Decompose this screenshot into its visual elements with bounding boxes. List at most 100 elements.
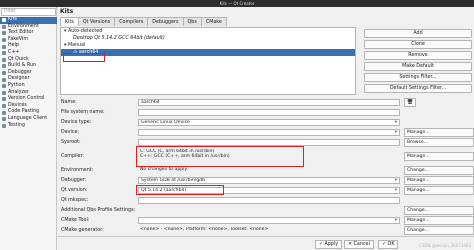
sysroot-field[interactable] [138, 139, 400, 146]
nav-label: Help [8, 43, 19, 49]
cmake-generator-value: <none> - <none>, Platform: <none>, Tools… [140, 227, 269, 232]
row-name: Name: aarch64 🖥 [60, 98, 474, 107]
change-environment-button[interactable]: Change... [404, 166, 474, 175]
testing-icon [2, 123, 6, 128]
nav-item-code-pasting[interactable]: Code Pasting [0, 109, 57, 116]
page-title: Kits [60, 8, 74, 15]
tab-kits[interactable]: Kits [60, 17, 79, 26]
tree-group-manual[interactable]: ▾ Manual [61, 42, 355, 49]
kits-icon [2, 18, 6, 23]
tab-debuggers[interactable]: Debuggers [147, 17, 184, 26]
nav-label: Testing [8, 122, 25, 128]
row-file-system-name: File system name: [60, 108, 474, 117]
cmake-tool-select[interactable] [138, 217, 400, 224]
nav-label: Python [8, 82, 25, 88]
qt-mkspec-field[interactable] [138, 197, 400, 204]
manage-qt-versions-button[interactable]: Manage... [404, 186, 474, 195]
nav-label: Text Editor [8, 30, 34, 36]
default-settings-filter-button[interactable]: Default Settings Filter... [364, 84, 472, 93]
nav-item-testing[interactable]: Testing [0, 123, 57, 130]
row-sysroot: Sysroot: Browse... [60, 138, 474, 147]
remove-button[interactable]: Remove [364, 51, 472, 60]
nav-item-version-control[interactable]: Version Control [0, 96, 57, 103]
tab-bar: Kits Qt Versions Compilers Debuggers Qbs… [60, 17, 227, 26]
clone-button[interactable]: Clone [364, 40, 472, 49]
debugger-icon [2, 71, 6, 76]
debugger-label: Debugger: [61, 178, 87, 183]
compiler-label: Compiler: [61, 154, 85, 159]
cmake-tool-label: CMake Tool: [61, 218, 90, 223]
nav-item-build-run[interactable]: Build & Run [0, 63, 57, 70]
ok-label: OK [387, 242, 395, 247]
debugger-select[interactable]: System GDB at /usr/bin/gdb [138, 177, 400, 184]
filter-input[interactable]: Filter [1, 8, 56, 16]
cancel-label: Cancel [353, 242, 370, 247]
nav-label: Language Client [8, 115, 48, 121]
qt-quick-icon [2, 57, 6, 62]
kit-icon-button[interactable]: 🖥 [404, 98, 416, 107]
code-pasting-icon [2, 110, 6, 115]
nav-label: Kits [8, 17, 17, 22]
ok-button[interactable]: ✓ OK [378, 240, 399, 249]
qbs-profile-label: Additional Qbs Profile Settings: [61, 208, 136, 213]
tree-group-auto-detected[interactable]: ▾ Auto-detected [61, 28, 355, 35]
tab-compilers[interactable]: Compilers [114, 17, 149, 26]
change-cmake-generator-button[interactable]: Change... [404, 226, 474, 235]
fakevim-icon [2, 38, 6, 43]
nav-item-text-editor[interactable]: Text Editor [0, 30, 57, 37]
python-icon [2, 84, 6, 89]
change-qbs-profile-button[interactable]: Change... [404, 206, 474, 215]
manage-cmake-button[interactable]: Manage... [404, 216, 474, 225]
qt-version-select[interactable]: Qt 5.14.2 (aarch64) [138, 187, 400, 194]
category-list: Kits Environment Text Editor FakeVim Hel… [0, 17, 57, 129]
nav-label: Build & Run [8, 63, 37, 69]
designer-icon [2, 77, 6, 82]
apply-label: Apply [324, 242, 339, 247]
kits-tree: ▾ Auto-detected Desktop Qt 5.14.2 GCC 64… [60, 27, 356, 95]
nav-label: Designer [8, 76, 30, 82]
name-field[interactable]: aarch64 [138, 99, 400, 106]
nav-label: Version Control [8, 96, 45, 102]
tab-qbs[interactable]: Qbs [182, 17, 202, 26]
kits-page: Kits Kits Qt Versions Compilers Debugger… [57, 7, 474, 250]
add-button[interactable]: Add [364, 29, 472, 38]
environment-label: Environment: [61, 168, 94, 173]
cancel-button[interactable]: ✕ Cancel [344, 240, 374, 249]
device-type-select[interactable]: Generic Linux Device [138, 119, 400, 126]
environment-icon [2, 24, 6, 29]
make-default-button[interactable]: Make Default [364, 62, 472, 71]
settings-filter-button[interactable]: Settings Filter... [364, 73, 472, 82]
name-label: Name: [61, 100, 77, 105]
nav-item-kits[interactable]: Kits [0, 17, 57, 24]
sysroot-label: Sysroot: [61, 140, 81, 145]
qbs-profile-value [138, 207, 400, 214]
manage-compilers-button[interactable]: Manage... [404, 152, 474, 161]
row-cmake-generator: CMake generator: <none> - <none>, Platfo… [60, 226, 474, 235]
nav-item-designer[interactable]: Designer [0, 76, 57, 83]
nav-item-cpp[interactable]: C++ [0, 50, 57, 57]
file-system-name-field[interactable] [138, 109, 400, 116]
row-qt-version: Qt version: Qt 5.14.2 (aarch64) Manage..… [60, 186, 474, 195]
apply-button[interactable]: ✓ Apply [315, 240, 343, 249]
manage-devices-button[interactable]: Manage... [404, 128, 474, 137]
manage-debuggers-button[interactable]: Manage... [404, 176, 474, 185]
tree-group-label: Auto-detected [67, 29, 103, 34]
tab-cmake[interactable]: CMake [200, 17, 227, 26]
text-editor-icon [2, 31, 6, 36]
tab-qt-versions[interactable]: Qt Versions [77, 17, 116, 26]
tree-item-aarch64[interactable]: ⚠ aarch64 [61, 49, 355, 56]
environment-value: No changes to apply. [140, 167, 188, 172]
row-environment: Environment: No changes to apply. Change… [60, 166, 474, 175]
device-select[interactable] [138, 129, 400, 136]
tree-item-desktop-kit[interactable]: Desktop Qt 5.14.2 GCC 64bit (default) [61, 35, 355, 42]
tree-item-label: aarch64 [78, 50, 99, 55]
nav-item-language-client[interactable]: Language Client [0, 116, 57, 123]
nav-item-help[interactable]: Help [0, 43, 57, 50]
qt-mkspec-label: Qt mkspec: [61, 198, 89, 203]
row-device-type: Device type: Generic Linux Device [60, 118, 474, 127]
browse-sysroot-button[interactable]: Browse... [404, 138, 474, 147]
row-qt-mkspec: Qt mkspec: [60, 196, 474, 205]
nav-item-python[interactable]: Python [0, 83, 57, 90]
dialog-button-bar: ✓ Apply ✕ Cancel ✓ OK CSDN @weixin_30073… [57, 236, 474, 250]
compiler-select[interactable]: C: GCC (C, arm 64bit in /usr/bin) C++: G… [138, 149, 400, 165]
